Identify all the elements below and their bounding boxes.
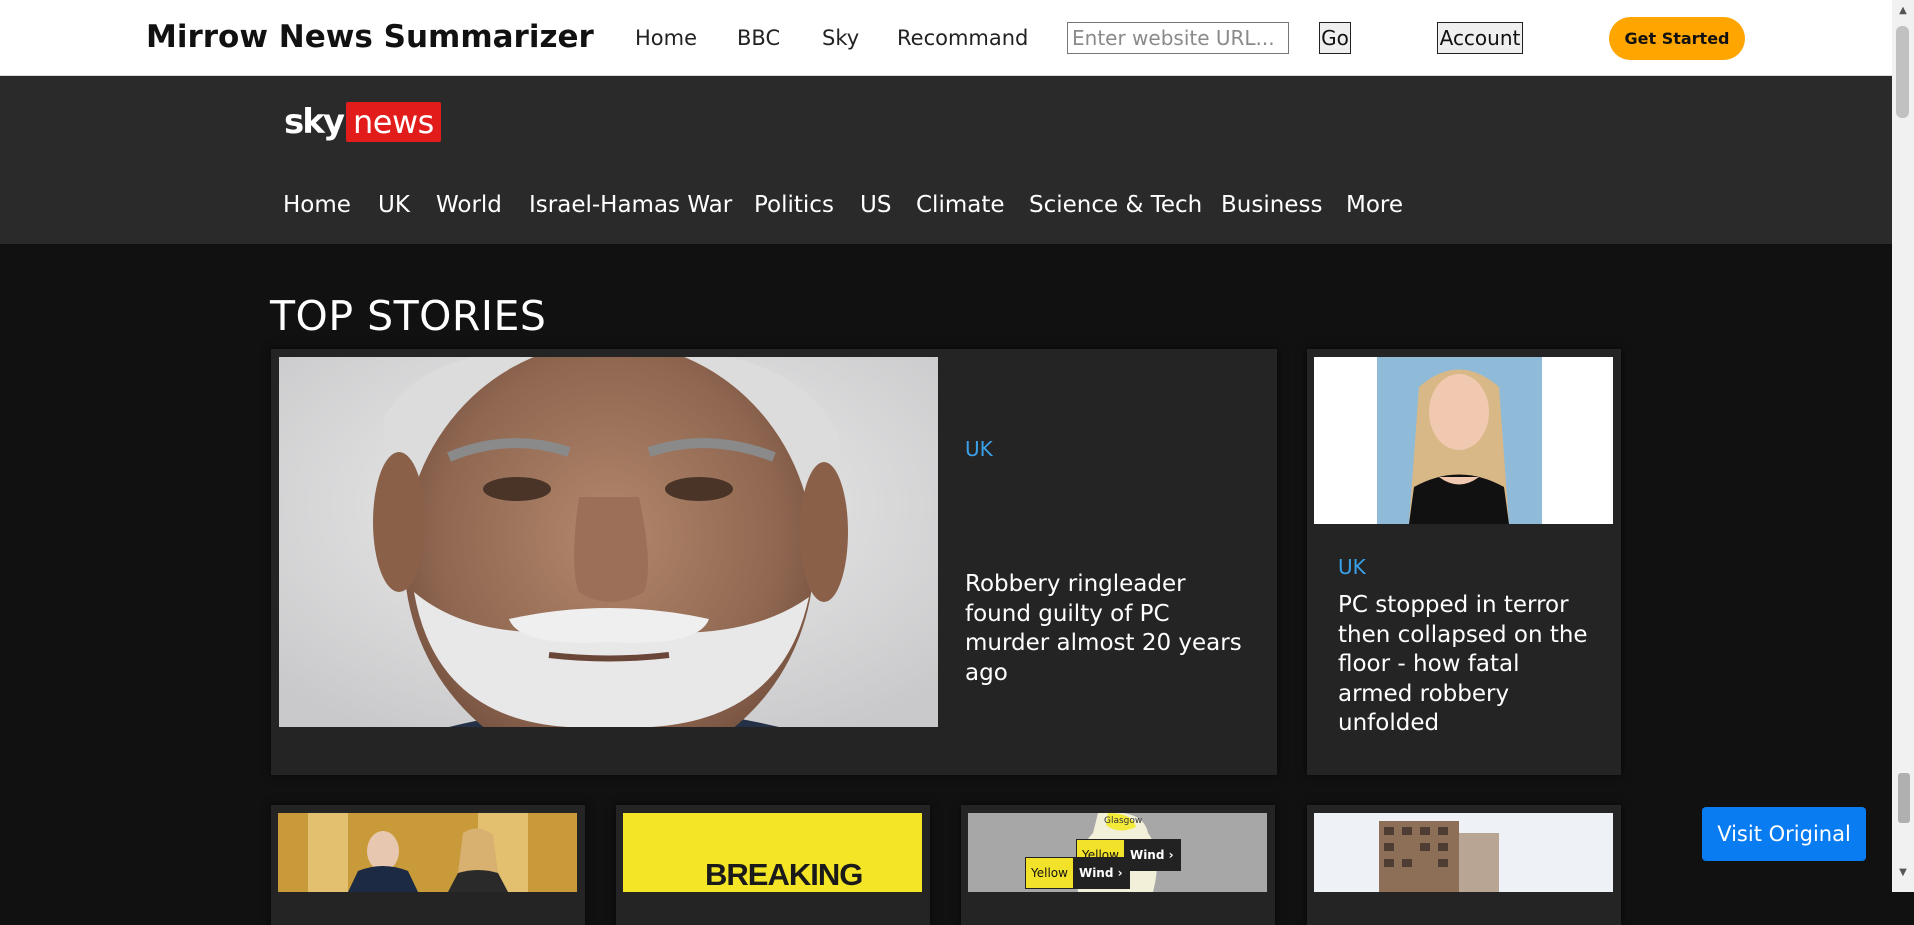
sky-nav-politics[interactable]: Politics (754, 192, 834, 218)
featured-story-image[interactable] (279, 357, 938, 727)
map-place-label: Glasgow (1104, 816, 1143, 826)
sky-news-logo[interactable]: sky news (284, 102, 441, 142)
story-card[interactable] (271, 805, 585, 925)
side-story-image[interactable] (1314, 357, 1613, 524)
visit-original-button[interactable]: Visit Original (1702, 807, 1866, 861)
sky-nav-business[interactable]: Business (1221, 192, 1322, 218)
sky-nav-israel-hamas-war[interactable]: Israel-Hamas War (529, 192, 732, 218)
story-image-weather-map[interactable]: Glasgow Yellow Wind › Yellow Wind › (968, 813, 1267, 892)
nav-home-link[interactable]: Home (635, 26, 697, 50)
side-story-category[interactable]: UK (1338, 555, 1366, 579)
go-button[interactable]: Go (1319, 22, 1351, 54)
sky-nav-us[interactable]: US (860, 192, 891, 218)
section-title: TOP STORIES (270, 292, 547, 340)
featured-story-headline[interactable]: Robbery ringleader found guilty of PC mu… (965, 570, 1255, 688)
story-image-building[interactable] (1314, 813, 1613, 892)
story-image-breaking[interactable]: BREAKING (623, 813, 922, 892)
wind-label: Wind › (1123, 840, 1180, 870)
scrollbar-marker (1898, 773, 1910, 823)
get-started-button[interactable]: Get Started (1609, 17, 1745, 60)
story-card[interactable]: Glasgow Yellow Wind › Yellow Wind › (961, 805, 1275, 925)
logo-news-text: news (346, 102, 441, 142)
story-card[interactable]: BREAKING (616, 805, 930, 925)
page-scrollbar[interactable] (1892, 0, 1914, 892)
story-card[interactable] (1307, 805, 1621, 925)
side-story-card[interactable]: UK PC stopped in terror then collapsed o… (1307, 349, 1621, 775)
sky-nav-world[interactable]: World (436, 192, 502, 218)
scroll-up-arrow-icon[interactable]: ▲ (1896, 4, 1910, 18)
sky-nav-climate[interactable]: Climate (916, 192, 1005, 218)
weather-warning-badge: Yellow Wind › (1025, 857, 1130, 889)
logo-sky-text: sky (284, 102, 345, 142)
sky-nav-uk[interactable]: UK (378, 192, 410, 218)
url-input[interactable] (1067, 22, 1289, 54)
account-button[interactable]: Account (1437, 22, 1523, 54)
nav-recommand-link[interactable]: Recommand (897, 26, 1028, 50)
breaking-text: BREAKING (705, 857, 863, 892)
featured-story-category[interactable]: UK (965, 437, 993, 461)
story-image-people[interactable] (278, 813, 577, 892)
nav-bbc-link[interactable]: BBC (737, 26, 780, 50)
app-header: Mirrow News Summarizer Home BBC Sky Reco… (0, 0, 1892, 76)
nav-sky-link[interactable]: Sky (822, 26, 859, 50)
sky-nav-more[interactable]: More (1346, 192, 1403, 218)
scroll-down-arrow-icon[interactable]: ▼ (1896, 866, 1910, 880)
scrollbar-thumb[interactable] (1896, 26, 1909, 118)
featured-story-card[interactable]: UK Robbery ringleader found guilty of PC… (271, 349, 1277, 775)
wind-label: Wind › (1072, 858, 1129, 888)
side-story-headline[interactable]: PC stopped in terror then collapsed on t… (1338, 591, 1598, 739)
sky-nav-science-tech[interactable]: Science & Tech (1029, 192, 1202, 218)
sky-nav-home[interactable]: Home (283, 192, 351, 218)
app-title: Mirrow News Summarizer (146, 19, 594, 55)
